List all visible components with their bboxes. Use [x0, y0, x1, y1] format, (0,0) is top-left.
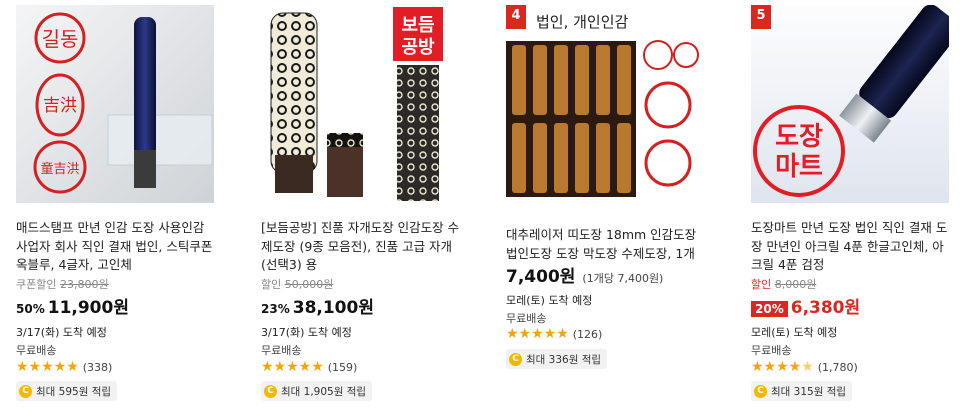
coin-icon: C	[19, 384, 32, 398]
discount-rate: 50%	[16, 302, 45, 316]
product-card[interactable]: 법인, 개인인감 4 대추레이저 띠도장 18mm 인감도장 법인도장 도장 막…	[506, 0, 706, 408]
coin-icon: C	[509, 352, 522, 366]
product-image[interactable]: 법인, 개인인감 4	[506, 5, 704, 203]
delivery-date: 모레(토) 도착 예정	[751, 326, 838, 339]
product-grid: 길동 吉洪 童吉洪 매드스탬프 만년 인감 도장 사용인감 사업자 회사 직인 …	[0, 0, 966, 408]
discount-label: 쿠폰할인	[16, 278, 57, 291]
original-price-line: 할인 50,000원	[261, 276, 333, 292]
thumb-seal-text-1: 길동	[42, 27, 79, 51]
thumb-seal-text-1: 도장	[775, 122, 823, 152]
thumb-seal-text-3: 童吉洪	[40, 161, 79, 177]
product-title[interactable]: [보듬공방] 진품 자개도장 인감도장 수제도장 (9종 모음전), 진품 고급…	[261, 219, 461, 275]
price-line: 20% 6,380원	[751, 293, 860, 318]
unit-price: (1개당 7,400원)	[582, 272, 664, 285]
star-icon: ★★★★★	[751, 359, 814, 375]
rating: ★★★★★ (338)	[16, 360, 112, 374]
shipping-info: 무료배송	[751, 344, 792, 357]
thumb-seal-text-2: 마트	[775, 152, 823, 182]
sale-price: 38,100원	[292, 298, 374, 318]
points-badge: C 최대 1,905원 적립	[261, 381, 373, 401]
review-count: (338)	[82, 360, 113, 374]
original-price-line: 할인 8,000원	[751, 276, 816, 292]
discount-rate: 23%	[261, 302, 290, 316]
price-line: 23% 38,100원	[261, 293, 374, 318]
original-price: 8,000원	[774, 278, 817, 291]
rank-badge: 5	[751, 5, 771, 29]
review-count: (1,780)	[817, 360, 858, 374]
delivery-date: 모레(토) 도착 예정	[506, 294, 593, 307]
points-badge: C 최대 315원 적립	[751, 381, 853, 401]
price-line: 7,400원 (1개당 7,400원)	[506, 262, 663, 287]
product-title[interactable]: 도장마트 만년 도장 법인 직인 결재 도장 만년인 아크릴 4푼 한글고인체,…	[751, 219, 951, 275]
review-count: (159)	[327, 360, 358, 374]
sale-price: 6,380원	[790, 298, 861, 318]
points-badge: C 최대 336원 적립	[506, 349, 608, 369]
rating: ★★★★★ (1,780)	[751, 360, 858, 374]
points-text: 최대 595원 적립	[36, 385, 112, 398]
sale-price: 11,900원	[47, 298, 129, 318]
rating: ★★★★★ (126)	[506, 327, 602, 341]
rating: ★★★★★ (159)	[261, 360, 357, 374]
product-title[interactable]: 대추레이저 띠도장 18mm 인감도장 법인도장 도장 막도장 수제도장, 1개	[506, 226, 706, 264]
original-price-line: 쿠폰할인 23,800원	[16, 276, 109, 292]
original-price: 23,800원	[59, 278, 109, 291]
discount-rate: 20%	[751, 301, 788, 317]
thumb-logo-text-1: 보듬	[401, 15, 434, 36]
discount-label: 할인	[751, 278, 772, 291]
delivery-date: 3/17(화) 도착 예정	[16, 326, 107, 339]
thumb-logo-text-2: 공방	[401, 37, 435, 58]
original-price: 50,000원	[284, 278, 334, 291]
product-image[interactable]: 도장 마트 5	[751, 5, 949, 203]
points-text: 최대 315원 적립	[771, 385, 847, 398]
star-icon: ★★★★★	[261, 359, 324, 375]
product-image[interactable]: 보듬 공방	[261, 5, 459, 203]
product-card[interactable]: 길동 吉洪 童吉洪 매드스탬프 만년 인감 도장 사용인감 사업자 회사 직인 …	[16, 0, 216, 408]
coin-icon: C	[754, 384, 767, 398]
review-count: (126)	[572, 327, 603, 341]
coin-icon: C	[264, 384, 277, 398]
points-badge: C 최대 595원 적립	[16, 381, 118, 401]
price-line: 50% 11,900원	[16, 293, 129, 318]
rank-badge: 4	[506, 5, 526, 29]
star-icon: ★★★★★	[16, 359, 79, 375]
delivery-date: 3/17(화) 도착 예정	[261, 326, 352, 339]
thumb-caption: 법인, 개인인감	[536, 13, 629, 31]
thumb-seal-text-2: 吉洪	[43, 96, 77, 116]
product-card[interactable]: 도장 마트 5 도장마트 만년 도장 법인 직인 결재 도장 만년인 아크릴 4…	[751, 0, 951, 408]
shipping-info: 무료배송	[16, 344, 57, 357]
sale-price: 7,400원	[506, 267, 576, 287]
points-text: 최대 1,905원 적립	[281, 385, 367, 398]
product-title[interactable]: 매드스탬프 만년 인감 도장 사용인감 사업자 회사 직인 결재 법인, 스틱쿠…	[16, 219, 216, 275]
product-image[interactable]: 길동 吉洪 童吉洪	[16, 5, 214, 203]
points-text: 최대 336원 적립	[526, 353, 602, 366]
star-icon: ★★★★★	[506, 326, 569, 342]
shipping-info: 무료배송	[261, 344, 302, 357]
product-card[interactable]: 보듬 공방 [보듬공방] 진품 자개도장 인감도장 수제도장 (9종 모음전),…	[261, 0, 461, 408]
shipping-info: 무료배송	[506, 312, 547, 325]
discount-label: 할인	[261, 278, 282, 291]
